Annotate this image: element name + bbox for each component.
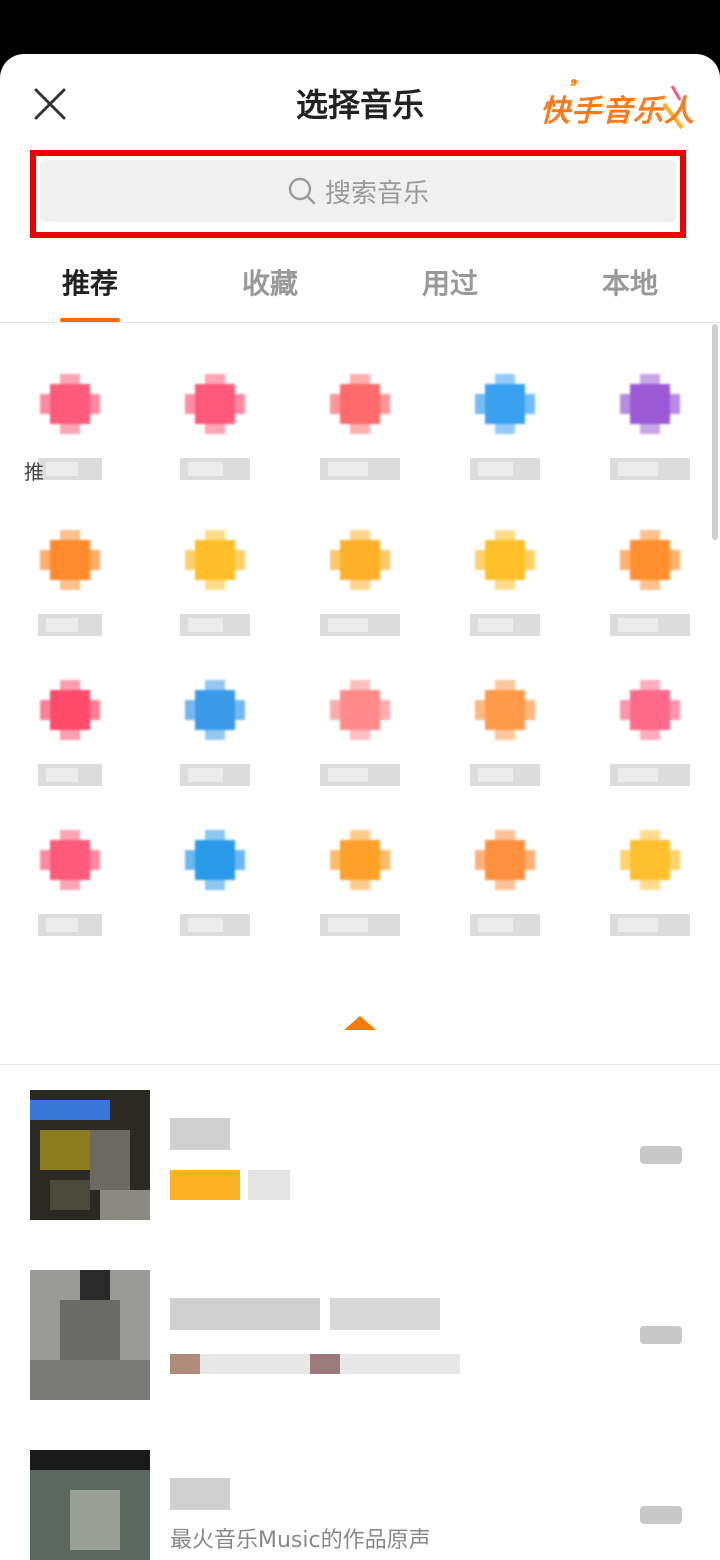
category-item[interactable]: 推 [10,354,130,484]
category-label [310,458,410,480]
category-icon [330,680,390,740]
category-label [165,764,265,786]
song-row[interactable] [0,1090,720,1230]
category-icon [40,374,100,434]
use-music-icon[interactable] [640,1320,682,1350]
category-label: 推 [20,458,120,484]
tab-favorites[interactable]: 收藏 [210,262,330,302]
tab-recommended[interactable]: 推荐 [30,262,150,302]
section-divider [0,1064,720,1065]
category-item[interactable] [10,510,130,640]
category-label [455,764,555,786]
category-label [20,764,120,786]
category-item[interactable] [10,810,130,940]
brand-name: 快手音乐人 [540,94,695,129]
category-icon [330,530,390,590]
category-label [455,914,555,936]
category-item[interactable] [155,510,275,640]
category-icon [475,830,535,890]
song-subtitle: 最火音乐Music的作品原声 [170,1528,431,1553]
category-icon [330,830,390,890]
category-icon [620,374,680,434]
chevron-up-icon [344,1016,376,1030]
song-row[interactable]: 最火音乐Music的作品原声 [0,1450,720,1560]
category-item[interactable] [590,354,710,484]
tab-bar: 推荐 收藏 用过 本地 [0,254,720,324]
category-icon [185,374,245,434]
scrollbar[interactable] [712,324,718,540]
search-input[interactable]: 搜索音乐 [40,160,676,222]
brand-logo[interactable]: 快手音乐人 [540,78,696,134]
category-label [600,914,700,936]
category-label [600,764,700,786]
use-music-icon[interactable] [640,1140,682,1170]
category-icon [185,830,245,890]
song-row[interactable] [0,1270,720,1410]
category-icon [185,680,245,740]
category-item[interactable] [300,810,420,940]
tab-local[interactable]: 本地 [570,262,690,302]
category-icon [40,830,100,890]
category-icon [475,374,535,434]
category-item[interactable] [155,660,275,790]
use-music-icon[interactable] [640,1500,682,1530]
category-item[interactable] [445,510,565,640]
category-label [455,458,555,480]
category-icon [620,680,680,740]
category-item[interactable] [590,810,710,940]
category-item[interactable] [300,510,420,640]
category-item[interactable] [155,810,275,940]
category-label [310,764,410,786]
category-item[interactable] [300,354,420,484]
category-label [600,458,700,480]
category-label [310,914,410,936]
category-label [165,458,265,480]
category-label [165,614,265,636]
tab-used[interactable]: 用过 [390,262,510,302]
category-label [165,914,265,936]
category-item[interactable] [445,660,565,790]
search-icon [288,177,316,205]
category-label [600,614,700,636]
category-icon [475,680,535,740]
category-label [20,614,120,636]
category-label-text: 推 [24,460,44,484]
category-item[interactable] [590,510,710,640]
album-cover [30,1270,150,1400]
search-placeholder: 搜索音乐 [324,178,429,209]
category-item[interactable] [445,354,565,484]
category-item[interactable] [10,660,130,790]
music-picker-sheet: 选择音乐 快手音乐人 搜索音乐 推荐 收藏 用过 本地 推 最火音乐Music的… [0,54,720,1560]
category-icon [620,530,680,590]
category-icon [330,374,390,434]
category-item[interactable] [300,660,420,790]
category-icon [185,530,245,590]
category-item[interactable] [445,810,565,940]
category-item[interactable] [155,354,275,484]
category-label [20,914,120,936]
album-cover [30,1090,150,1220]
category-item[interactable] [590,660,710,790]
tabs-divider [0,322,720,323]
category-icon [40,530,100,590]
collapse-button[interactable] [340,1012,380,1034]
category-label [455,614,555,636]
album-cover [30,1450,150,1560]
category-icon [475,530,535,590]
category-icon [40,680,100,740]
category-icon [620,830,680,890]
category-label [310,614,410,636]
